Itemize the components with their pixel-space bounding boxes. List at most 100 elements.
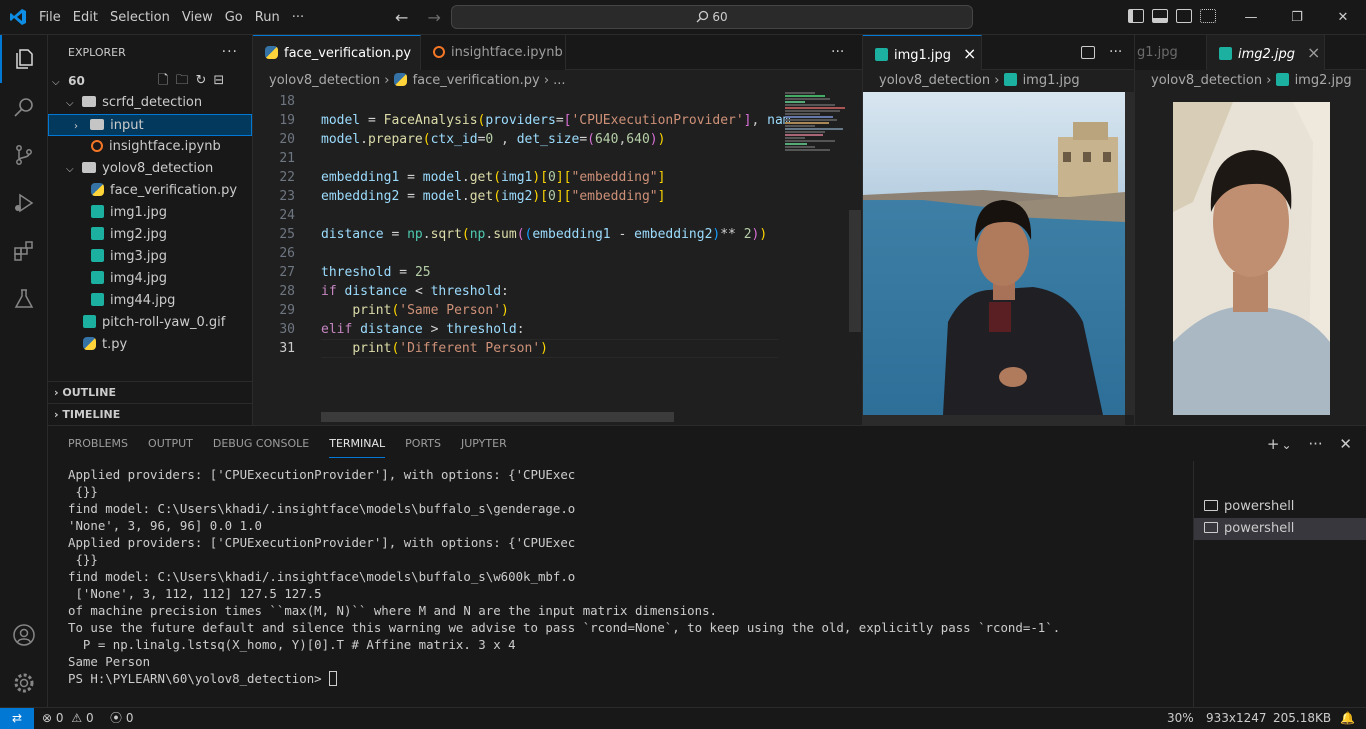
tab-img1[interactable]: img1.jpg × [863,35,982,70]
run-debug-icon[interactable] [0,179,48,227]
tree-file-insightface[interactable]: insightface.ipynb [48,136,252,158]
new-file-icon[interactable]: 🗋 [158,73,175,88]
tree-file-img4[interactable]: img4.jpg [48,268,252,290]
tree-file-img44[interactable]: img44.jpg [48,290,252,312]
menu-go[interactable]: Go [220,10,248,25]
menu-view[interactable]: View [177,10,218,25]
menu-run[interactable]: Run [250,10,285,25]
menu-file[interactable]: File [34,10,66,25]
code-line: print('Different Person') [352,341,548,356]
collapse-all-icon[interactable]: ⊟ [213,73,231,88]
tree-file-img2[interactable]: img2.jpg [48,224,252,246]
tab-img2[interactable]: img2.jpg × [1207,35,1325,70]
menu-edit[interactable]: Edit [68,10,103,25]
refresh-icon[interactable]: ↻ [195,73,213,88]
toggle-secondary-sidebar-icon[interactable] [1176,9,1192,23]
tree-folder-scrfd[interactable]: ⌵ scrfd_detection [48,92,252,114]
editor-group-image1: img1.jpg × ··· yolov8_detection › img1.jp… [862,35,1135,425]
gif-file-icon [83,315,96,328]
tree-folder-yolov8[interactable]: ⌵ yolov8_detection [48,158,252,180]
tree-file-img1[interactable]: img1.jpg [48,202,252,224]
tree-folder-input[interactable]: › input [48,114,252,136]
close-window-button[interactable]: ✕ [1320,0,1366,35]
panel-more-icon[interactable]: ··· [1308,435,1322,453]
vertical-scrollbar[interactable] [849,210,861,332]
breadcrumb-folder[interactable]: yolov8_detection [269,73,380,88]
minimap[interactable] [785,92,849,172]
menu-more[interactable]: ··· [287,10,309,25]
manage-gear-icon[interactable] [0,659,48,707]
tree-file-t-py[interactable]: t.py [48,334,252,356]
tab-ports[interactable]: PORTS [405,426,441,461]
menu-selection[interactable]: Selection [105,10,175,25]
notifications-bell-icon[interactable]: 🔔 [1340,708,1355,729]
toggle-primary-sidebar-icon[interactable] [1128,9,1144,23]
tab-img1-partial[interactable]: g1.jpg [1135,35,1207,70]
more-actions-icon[interactable]: ··· [1109,35,1122,70]
remote-indicator-icon[interactable]: ⇄ [0,708,34,729]
problems-status[interactable]: ⊗ 0 ⚠ 0 [42,708,94,729]
accounts-icon[interactable] [0,611,48,659]
horizontal-scrollbar[interactable] [863,415,1125,425]
breadcrumb-file[interactable]: img2.jpg [1295,73,1352,88]
explorer-icon[interactable] [0,35,48,83]
zoom-level[interactable]: 30% [1167,708,1194,729]
chevron-down-icon: ⌵ [66,164,74,175]
tree-file-face-verification[interactable]: face_verification.py [48,180,252,202]
breadcrumb-file[interactable]: face_verification.py [413,73,540,88]
tab-face-verification[interactable]: face_verification.py× [253,35,433,70]
tab-terminal[interactable]: TERMINAL [329,426,386,458]
horizontal-scrollbar[interactable] [321,412,674,422]
code-line: elif distance > threshold: [321,322,525,337]
chevron-down-icon[interactable]: ⌄ [1281,438,1291,452]
extensions-icon[interactable] [0,227,48,275]
timeline-section[interactable]: › TIMELINE [48,403,252,425]
tab-debug-console[interactable]: DEBUG CONSOLE [213,426,309,461]
prompt-text: PS H:\PYLEARN\60\yolov8_detection> [68,671,330,686]
terminal-instance[interactable]: powershell [1194,496,1366,518]
tab-insightface[interactable]: insightface.ipynb [421,35,566,70]
terminal-instance-active[interactable]: powershell [1194,518,1366,540]
back-arrow-icon[interactable]: ← [395,8,408,27]
breadcrumb-file[interactable]: img1.jpg [1023,73,1080,88]
image-file-icon [91,293,104,306]
toggle-panel-icon[interactable] [1152,9,1168,23]
activity-bar [0,35,48,707]
error-icon: ⊗ [42,711,53,725]
nav-arrows: ← → [395,8,455,27]
tab-jupyter[interactable]: JUPYTER [461,426,507,461]
editor-more-button[interactable]: ··· [831,35,844,70]
new-terminal-plus-icon[interactable]: + [1267,435,1280,453]
line-number: 21 [279,151,295,166]
folder-root[interactable]: ⌵ 60 🗋🗀↻⊟ [48,70,252,92]
close-panel-icon[interactable]: ✕ [1339,435,1352,453]
outline-label: OUTLINE [62,386,116,399]
close-tab-icon[interactable]: × [963,44,976,63]
image-file-icon [1219,47,1232,60]
new-folder-icon[interactable]: 🗀 [175,73,195,88]
tree-file-img3[interactable]: img3.jpg [48,246,252,268]
outline-section[interactable]: › OUTLINE [48,381,252,403]
forward-arrow-icon[interactable]: → [428,8,441,27]
testing-flask-icon[interactable] [0,275,48,323]
restore-button[interactable]: ❐ [1274,0,1320,35]
customize-layout-icon[interactable] [1200,9,1216,23]
breadcrumb-folder[interactable]: yolov8_detection [879,73,990,88]
breadcrumb-symbol[interactable]: ... [553,73,565,88]
close-tab-icon[interactable]: × [1307,43,1320,62]
breadcrumb-folder[interactable]: yolov8_detection [1151,73,1262,88]
search-icon[interactable] [0,83,48,131]
tree-file-gif[interactable]: pitch-roll-yaw_0.gif [48,312,252,334]
explorer-more-button[interactable]: ··· [222,35,238,70]
image-file-icon [1275,73,1289,86]
tab-problems[interactable]: PROBLEMS [68,426,128,461]
terminal-line: P = np.linalg.lstsq(X_homo, Y)[0].T # Af… [68,637,516,652]
tab-output[interactable]: OUTPUT [148,426,193,461]
root-folder-label: 60 [68,74,85,88]
ports-status[interactable]: ⦿ 0 [110,708,133,729]
command-center-search[interactable]: 60 [451,5,973,29]
minimize-button[interactable]: — [1228,0,1274,35]
split-editor-icon[interactable] [1081,46,1095,59]
tree-label: scrfd_detection [102,95,203,110]
source-control-icon[interactable] [0,131,48,179]
